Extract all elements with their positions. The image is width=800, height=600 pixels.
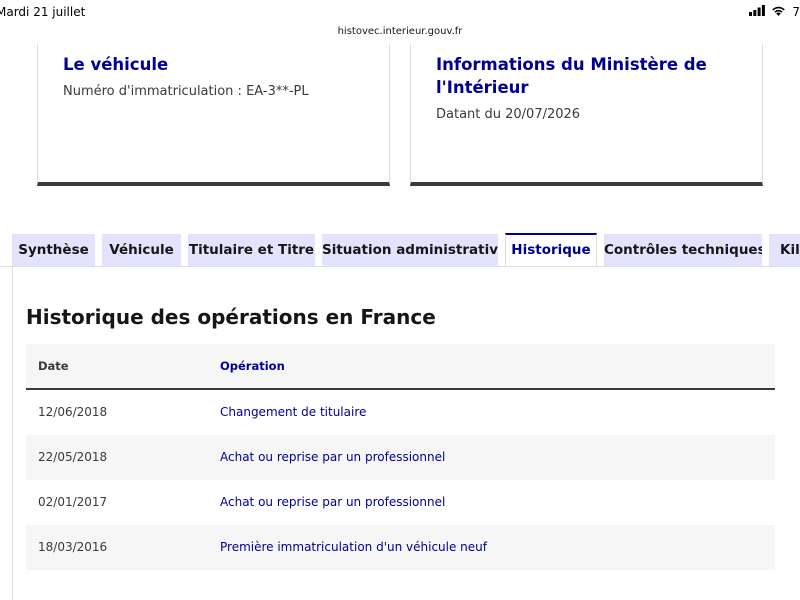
tab-kilometrage[interactable]: Kilo <box>769 234 800 267</box>
column-header-operation: Opération <box>220 359 285 373</box>
address-bar[interactable]: histovec.interieur.gouv.fr <box>335 21 465 43</box>
data-date: Datant du 20/07/2026 <box>436 107 581 122</box>
tab-titulaire[interactable]: Titulaire et Titre <box>188 234 315 267</box>
tab-synthese[interactable]: Synthèse <box>12 234 95 267</box>
table-row: 12/06/2018 Changement de titulaire <box>26 390 775 435</box>
row-date: 18/03/2016 <box>38 540 108 554</box>
row-date: 02/01/2017 <box>38 495 108 509</box>
vehicle-card: Le véhicule Numéro d'immatriculation : E… <box>37 44 390 186</box>
row-operation: Achat ou reprise par un professionnel <box>220 450 446 464</box>
table-row: 18/03/2016 Première immatriculation d'un… <box>26 525 775 570</box>
tab-situation-administrative[interactable]: Situation administrative <box>322 234 498 267</box>
history-table: Date Opération 12/06/2018 Changement de … <box>26 344 775 570</box>
column-header-date: Date <box>38 359 69 373</box>
history-title: Historique des opérations en France <box>26 305 436 329</box>
row-operation: Première immatriculation d'un véhicule n… <box>220 540 487 554</box>
table-row: 22/05/2018 Achat ou reprise par un profe… <box>26 435 775 480</box>
battery-level: 7 <box>792 5 800 19</box>
status-indicators: 7 <box>749 5 800 19</box>
ministry-card-title: Informations du Ministère de l'Intérieur <box>436 55 707 97</box>
ministry-card: Informations du Ministère de l'Intérieur… <box>410 44 763 186</box>
tab-controles-techniques[interactable]: Contrôles techniques <box>604 234 762 267</box>
panel-border <box>12 266 13 600</box>
vehicle-card-title: Le véhicule <box>63 55 169 74</box>
registration-number: Numéro d'immatriculation : EA-3**-PL <box>63 84 309 99</box>
row-operation: Changement de titulaire <box>220 405 367 419</box>
table-header: Date Opération <box>26 344 775 390</box>
row-date: 22/05/2018 <box>38 450 108 464</box>
wifi-icon <box>771 5 786 19</box>
table-row: 02/01/2017 Achat ou reprise par un profe… <box>26 480 775 525</box>
signal-icon <box>749 5 766 19</box>
row-date: 12/06/2018 <box>38 405 108 419</box>
tab-vehicule[interactable]: Véhicule <box>102 234 181 267</box>
tab-bar: Synthèse Véhicule Titulaire et Titre Sit… <box>0 233 800 267</box>
address-url: histovec.interieur.gouv.fr <box>337 26 463 37</box>
tab-divider <box>0 266 800 267</box>
tab-historique[interactable]: Historique <box>505 233 597 267</box>
status-date: Mardi 21 juillet <box>0 5 86 19</box>
row-operation: Achat ou reprise par un professionnel <box>220 495 446 509</box>
